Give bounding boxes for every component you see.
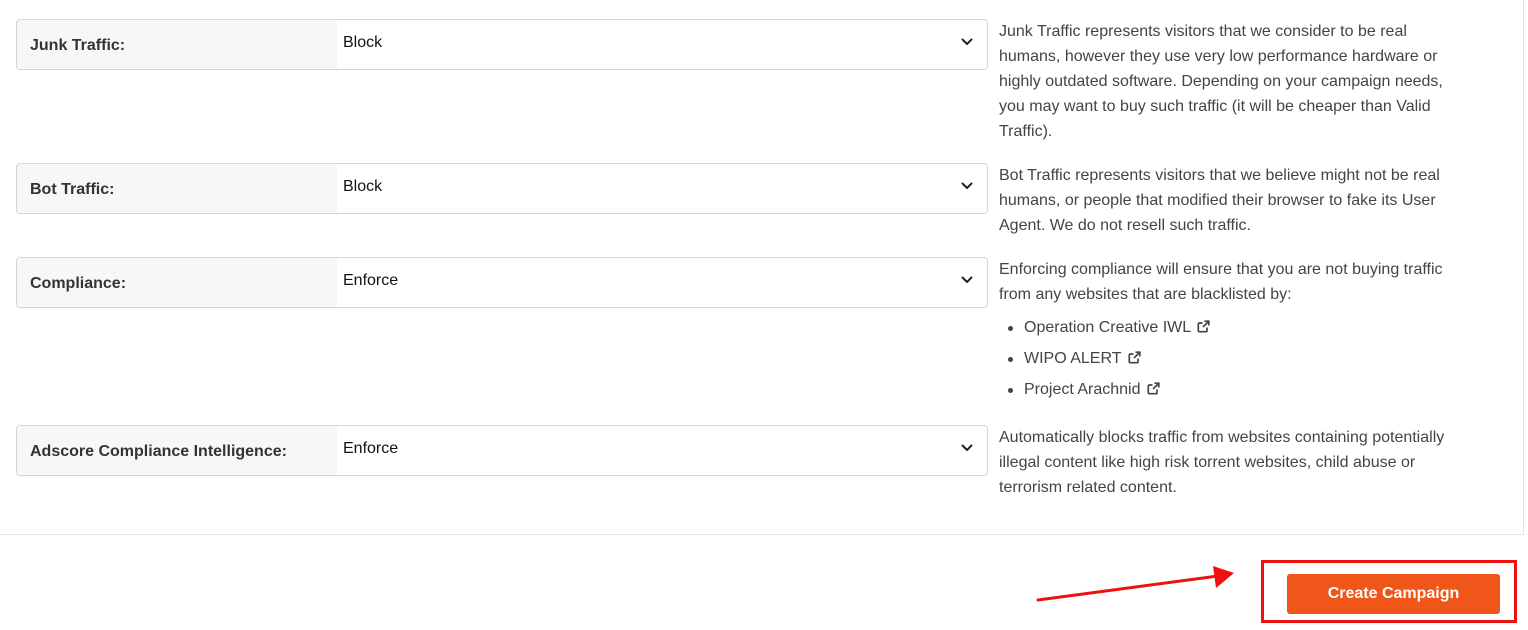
wipo-alert-link[interactable]: WIPO ALERT [1024,350,1141,367]
compliance-select[interactable]: Enforce [337,258,987,307]
bot-traffic-field: Bot Traffic: Block [16,163,988,214]
campaign-settings-page: Junk Traffic: Block Junk Traffic represe… [0,0,1528,630]
junk-traffic-value: Block [343,34,383,51]
list-item: Project Arachnid [1008,374,1469,405]
junk-traffic-label: Junk Traffic: [17,20,337,69]
compliance-description: Enforcing compliance will ensure that yo… [999,261,1443,303]
external-link-icon [1127,351,1141,364]
bot-traffic-description: Bot Traffic represents visitors that we … [999,167,1440,234]
list-item: Operation Creative IWL [1008,312,1469,343]
adscore-compliance-value: Enforce [343,440,399,457]
junk-traffic-select[interactable]: Block [337,20,987,69]
chevron-down-icon [961,444,973,451]
adscore-compliance-field: Adscore Compliance Intelligence: Enforce [16,425,988,476]
bot-traffic-select[interactable]: Block [337,164,987,213]
compliance-description-block: Enforcing compliance will ensure that yo… [999,257,1469,405]
compliance-value: Enforce [343,272,399,289]
operation-creative-iwl-link[interactable]: Operation Creative IWL [1024,319,1210,336]
chevron-down-icon [961,182,973,189]
bot-traffic-label: Bot Traffic: [17,164,337,213]
external-link-icon [1146,382,1160,395]
list-item: WIPO ALERT [1008,343,1469,374]
settings-panel: Junk Traffic: Block Junk Traffic represe… [0,0,1524,535]
chevron-down-icon [961,38,973,45]
compliance-field: Compliance: Enforce [16,257,988,308]
adscore-compliance-select[interactable]: Enforce [337,426,987,475]
adscore-compliance-label: Adscore Compliance Intelligence: [17,426,337,475]
bot-traffic-value: Block [343,178,383,195]
external-link-icon [1197,320,1210,333]
create-campaign-button[interactable]: Create Campaign [1287,574,1500,614]
junk-traffic-field: Junk Traffic: Block [16,19,988,70]
annotation-arrow [1036,566,1234,602]
compliance-label: Compliance: [17,258,337,307]
adscore-compliance-description: Automatically blocks traffic from websit… [999,429,1445,496]
blacklist-list: Operation Creative IWL WIPO ALERT Projec… [999,312,1469,405]
chevron-down-icon [961,276,973,283]
project-arachnid-link[interactable]: Project Arachnid [1024,381,1160,398]
junk-traffic-description: Junk Traffic represents visitors that we… [999,23,1443,140]
